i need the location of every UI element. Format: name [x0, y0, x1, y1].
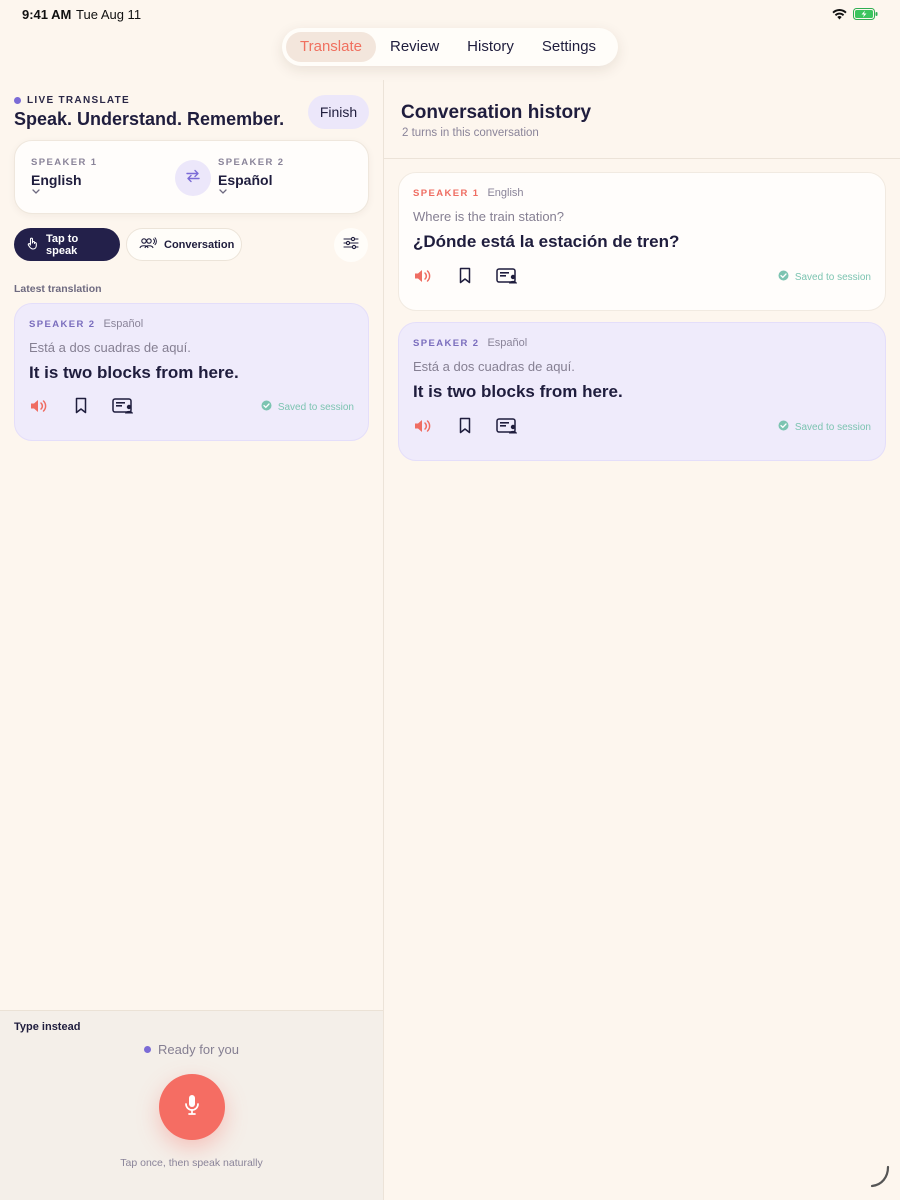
turn-actions — [413, 417, 518, 439]
turn-language: Español — [103, 318, 144, 330]
turn-actions — [413, 267, 518, 289]
wifi-icon — [832, 7, 847, 25]
tab-translate[interactable]: Translate — [286, 32, 376, 62]
speaker2-tag: SPEAKER 2 — [218, 157, 285, 168]
mode-selector: Tap to speak Conversation — [14, 228, 242, 261]
tab-history[interactable]: History — [453, 32, 528, 62]
history-title: Conversation history — [401, 102, 592, 123]
conversation-label: Conversation — [164, 238, 235, 251]
check-circle-icon — [778, 270, 789, 284]
saved-label: Saved to session — [794, 271, 871, 283]
present-button[interactable] — [112, 397, 134, 419]
history-turn-card: SPEAKER 1 English Where is the train sta… — [398, 172, 886, 311]
page-title: Speak. Understand. Remember. — [14, 109, 285, 129]
chevron-down-icon — [218, 188, 284, 198]
saved-label: Saved to session — [794, 421, 871, 433]
resize-handle[interactable] — [868, 1165, 892, 1194]
present-icon — [496, 417, 518, 439]
tap-to-speak-label: Tap to speak — [46, 232, 79, 257]
language-selector-card: SPEAKER 1 English SPEAKER 2 Español — [14, 140, 369, 214]
sliders-icon — [343, 236, 359, 255]
history-turn-card: SPEAKER 2 Español Está a dos cuadras de … — [398, 322, 886, 461]
status-icons — [832, 7, 878, 25]
status-date: Tue Aug 11 — [76, 7, 142, 22]
history-subtitle: 2 turns in this conversation — [402, 127, 539, 139]
live-indicator: LIVE TRANSLATE — [14, 95, 130, 106]
voice-input-dock: Type instead Ready for you Tap once, the… — [0, 1010, 383, 1200]
source-text: Está a dos cuadras de aquí. — [29, 340, 191, 355]
hand-tap-icon — [26, 237, 39, 253]
history-divider — [384, 158, 900, 159]
battery-charging-icon — [853, 7, 878, 25]
check-circle-icon — [778, 420, 789, 434]
bookmark-button[interactable] — [455, 267, 475, 289]
turn-meta: SPEAKER 2 Español — [29, 318, 143, 330]
record-hint: Tap once, then speak naturally — [120, 1157, 263, 1169]
swap-languages-button[interactable] — [175, 160, 211, 196]
ready-text: Ready for you — [158, 1042, 239, 1057]
finish-button[interactable]: Finish — [308, 95, 369, 129]
bookmark-button[interactable] — [455, 417, 475, 439]
saved-status: Saved to session — [778, 420, 871, 434]
type-instead-link[interactable]: Type instead — [14, 1021, 80, 1033]
speaker2-language-select[interactable]: SPEAKER 2 Español — [218, 157, 284, 198]
settings-sliders-button[interactable] — [334, 228, 368, 262]
saved-status: Saved to session — [261, 400, 354, 414]
top-tab-bar: Translate Review History Settings — [282, 28, 618, 66]
speaker2-language: Español — [218, 172, 273, 188]
live-dot — [14, 97, 21, 104]
source-text: Where is the train station? — [413, 209, 565, 224]
live-label: LIVE TRANSLATE — [27, 95, 131, 106]
play-audio-button[interactable] — [29, 398, 49, 418]
status-bar: 9:41 AM Tue Aug 11 — [0, 0, 900, 28]
record-button[interactable] — [159, 1074, 225, 1140]
ready-status: Ready for you — [0, 1042, 383, 1057]
play-audio-button[interactable] — [413, 418, 433, 438]
tab-review[interactable]: Review — [376, 32, 453, 62]
people-talk-icon — [139, 237, 157, 252]
speaker1-tag: SPEAKER 1 — [31, 157, 98, 168]
bookmark-icon — [74, 397, 88, 419]
latest-translation-card: SPEAKER 2 Español Está a dos cuadras de … — [14, 303, 369, 441]
speaker-tag: SPEAKER 1 — [413, 188, 480, 199]
bookmark-button[interactable] — [71, 397, 91, 419]
present-button[interactable] — [496, 267, 518, 289]
play-audio-button[interactable] — [413, 268, 433, 288]
present-icon — [112, 397, 134, 419]
turn-language: English — [487, 187, 524, 199]
translated-text: It is two blocks from here. — [29, 363, 239, 382]
turn-meta: SPEAKER 2 Español — [413, 337, 527, 349]
speaker-icon — [413, 418, 433, 439]
speaker1-language-select[interactable]: SPEAKER 1 English — [31, 157, 97, 198]
turn-language: Español — [487, 337, 528, 349]
turn-meta: SPEAKER 1 English — [413, 187, 524, 199]
speaker1-language: English — [31, 172, 82, 188]
latest-translation-label: Latest translation — [14, 283, 102, 295]
bookmark-icon — [458, 267, 472, 289]
speaker-icon — [413, 268, 433, 289]
saved-status: Saved to session — [778, 270, 871, 284]
saved-label: Saved to session — [277, 401, 354, 413]
microphone-icon — [182, 1093, 202, 1122]
bookmark-icon — [458, 417, 472, 439]
swap-icon — [185, 168, 201, 189]
present-button[interactable] — [496, 417, 518, 439]
history-pane: Conversation history 2 turns in this con… — [384, 80, 900, 1200]
present-icon — [496, 267, 518, 289]
speaker-tag: SPEAKER 2 — [413, 338, 480, 349]
chevron-down-icon — [31, 188, 97, 198]
status-time: 9:41 AM — [22, 7, 72, 22]
conversation-button[interactable]: Conversation — [126, 228, 242, 261]
check-circle-icon — [261, 400, 272, 414]
source-text: Está a dos cuadras de aquí. — [413, 359, 575, 374]
tab-settings[interactable]: Settings — [528, 32, 610, 62]
turn-actions — [29, 397, 134, 419]
translated-text: It is two blocks from here. — [413, 382, 623, 401]
speaker-icon — [29, 398, 49, 419]
ready-dot — [144, 1046, 152, 1053]
translated-text: ¿Dónde está la estación de tren? — [413, 232, 680, 251]
tap-to-speak-button[interactable]: Tap to speak — [14, 228, 120, 261]
speaker-tag: SPEAKER 2 — [29, 319, 96, 330]
